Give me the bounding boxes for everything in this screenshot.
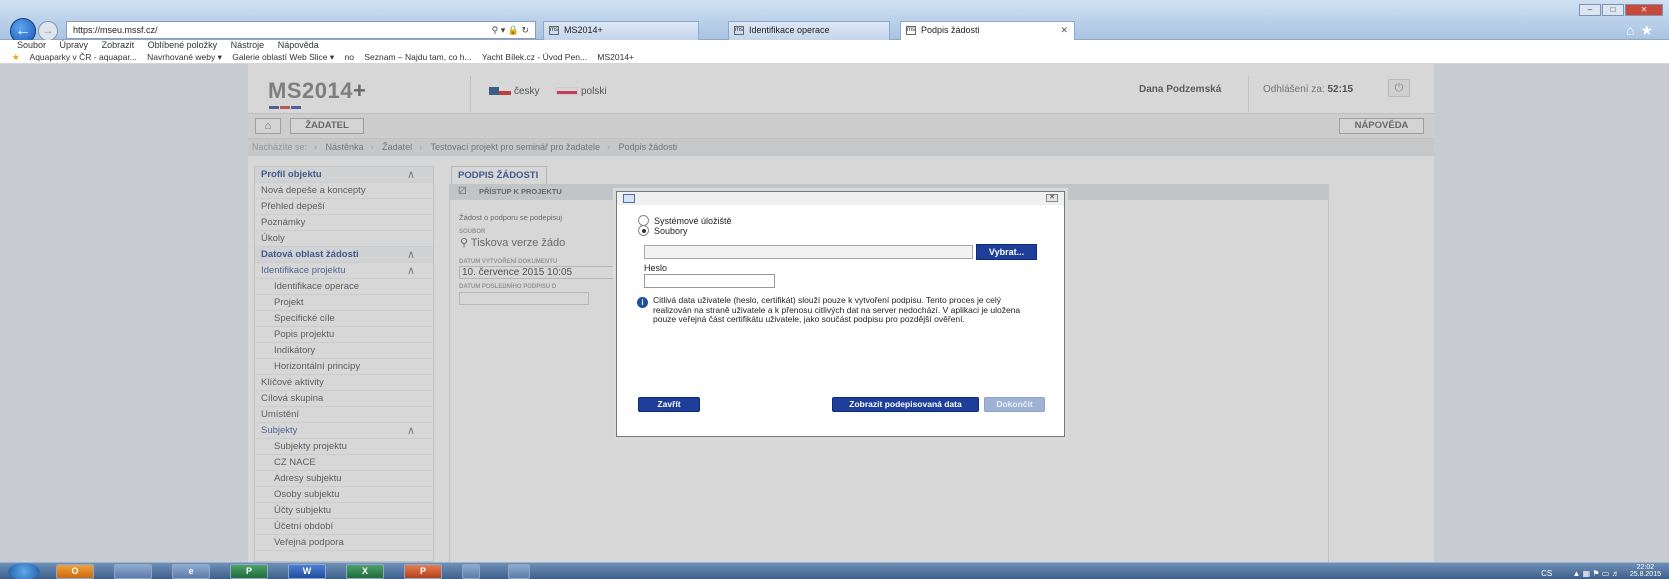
file-path-input[interactable]	[644, 245, 973, 259]
menu-nastroje[interactable]: Nástroje	[231, 40, 265, 50]
browser-titlebar: ← → https://mseu.mssf.cz/ ⚲ ▾ 🔒 ↻ ms MS2…	[0, 0, 1669, 44]
tab-label: Podpis žádosti	[921, 25, 980, 35]
windows-taskbar: O e P W X P CS ▲ ▦ ⚑ ▭ ♬ 22:02 25.8.2015	[0, 562, 1669, 579]
window-controls: – □ ✕	[1578, 4, 1663, 16]
fav-item[interactable]: Navrhované weby ▾	[147, 52, 222, 62]
radio-files-label: Soubory	[654, 226, 688, 236]
address-bar[interactable]: https://mseu.mssf.cz/ ⚲ ▾ 🔒 ↻	[66, 21, 536, 39]
address-bar-icons[interactable]: ⚲ ▾ 🔒 ↻	[492, 22, 529, 38]
fav-item[interactable]: MS2014+	[597, 52, 634, 62]
fav-item[interactable]: no	[345, 52, 354, 62]
info-icon: i	[637, 297, 648, 308]
url-text: https://mseu.mssf.cz/	[73, 25, 158, 35]
password-input[interactable]	[644, 274, 775, 288]
clock-date: 25.8.2015	[1629, 571, 1661, 578]
close-tab-icon[interactable]: ✕	[1060, 22, 1068, 39]
menu-soubor[interactable]: Soubor	[17, 40, 46, 50]
forward-button[interactable]: →	[38, 21, 58, 41]
fav-item[interactable]: Yacht Bílek.cz - Úvod Pen...	[482, 52, 587, 62]
keyboard-language[interactable]: CS	[1541, 569, 1552, 578]
tab-label: Identifikace operace	[749, 25, 830, 35]
taskbar-excel[interactable]: X	[346, 564, 384, 579]
taskbar-explorer[interactable]	[114, 564, 152, 579]
window-app-icon	[623, 194, 635, 203]
taskbar-powerpoint[interactable]: P	[404, 564, 442, 579]
star-icon[interactable]: ★	[1640, 22, 1659, 38]
menu-oblibene[interactable]: Oblíbené položky	[148, 40, 218, 50]
taskbar-app[interactable]	[508, 564, 530, 579]
taskbar-publisher[interactable]: P	[230, 564, 268, 579]
close-window-button[interactable]: ✕	[1625, 4, 1663, 16]
fav-item[interactable]: Seznam – Najdu tam, co h...	[364, 52, 471, 62]
minimize-button[interactable]: –	[1579, 4, 1601, 16]
taskbar-word[interactable]: W	[288, 564, 326, 579]
fav-item[interactable]: Galerie oblastí Web Slice ▾	[232, 52, 334, 62]
menu-bar: Soubor Úpravy Zobrazit Oblíbené položky …	[0, 40, 1669, 51]
dialog-titlebar: ✕	[617, 192, 1064, 205]
clock[interactable]: 22:02 25.8.2015	[1630, 564, 1661, 578]
menu-zobrazit[interactable]: Zobrazit	[102, 40, 135, 50]
site-icon: ms	[734, 26, 744, 35]
taskbar-ie[interactable]: e	[172, 564, 210, 579]
tab-ms2014[interactable]: ms MS2014+	[543, 21, 699, 40]
close-button[interactable]: Zavřít	[638, 397, 700, 412]
tab-podpis-zadosti[interactable]: ms Podpis žádosti ✕	[900, 21, 1075, 40]
info-text: Citlivá data uživatele (heslo, certifiká…	[653, 295, 1021, 324]
tab-label: MS2014+	[564, 25, 603, 35]
radio-system-label: Systémové úložiště	[654, 216, 732, 226]
tab-identifikace-operace[interactable]: ms Identifikace operace	[728, 21, 890, 40]
fav-item[interactable]: Aquaparky v ČR - aquapar...	[30, 52, 137, 62]
show-signed-data-button[interactable]: Zobrazit podepisovaná data	[832, 397, 979, 412]
home-icon[interactable]: ⌂	[1626, 22, 1640, 38]
favorites-star-icon[interactable]: ★	[12, 52, 20, 62]
browse-button[interactable]: Vybrat...	[976, 244, 1037, 260]
favorites-bar: ★ Aquaparky v ČR - aquapar... Navrhované…	[0, 51, 1669, 64]
password-label: Heslo	[644, 263, 668, 273]
tray-icons[interactable]: ▲ ▦ ⚑ ▭ ♬	[1573, 569, 1620, 578]
menu-upravy[interactable]: Úpravy	[60, 40, 89, 50]
sign-dialog: ✕ Systémové úložiště Soubory Vybrat... H…	[616, 191, 1065, 437]
site-icon: ms	[549, 26, 559, 35]
taskbar-calculator[interactable]	[462, 564, 480, 579]
taskbar-outlook[interactable]: O	[56, 564, 94, 579]
clock-time: 22:02	[1636, 564, 1655, 571]
menu-napoveda[interactable]: Nápověda	[278, 40, 319, 50]
start-button[interactable]	[8, 563, 40, 579]
maximize-button[interactable]: □	[1602, 4, 1624, 16]
site-icon: ms	[906, 26, 916, 35]
finish-button[interactable]: Dokončit	[984, 397, 1045, 412]
dialog-close-button[interactable]: ✕	[1046, 194, 1058, 202]
system-tray: CS ▲ ▦ ⚑ ▭ ♬ 22:02 25.8.2015	[1541, 564, 1661, 578]
radio-files[interactable]	[638, 225, 649, 236]
browser-home-favorites[interactable]: ⌂★	[1626, 22, 1659, 39]
